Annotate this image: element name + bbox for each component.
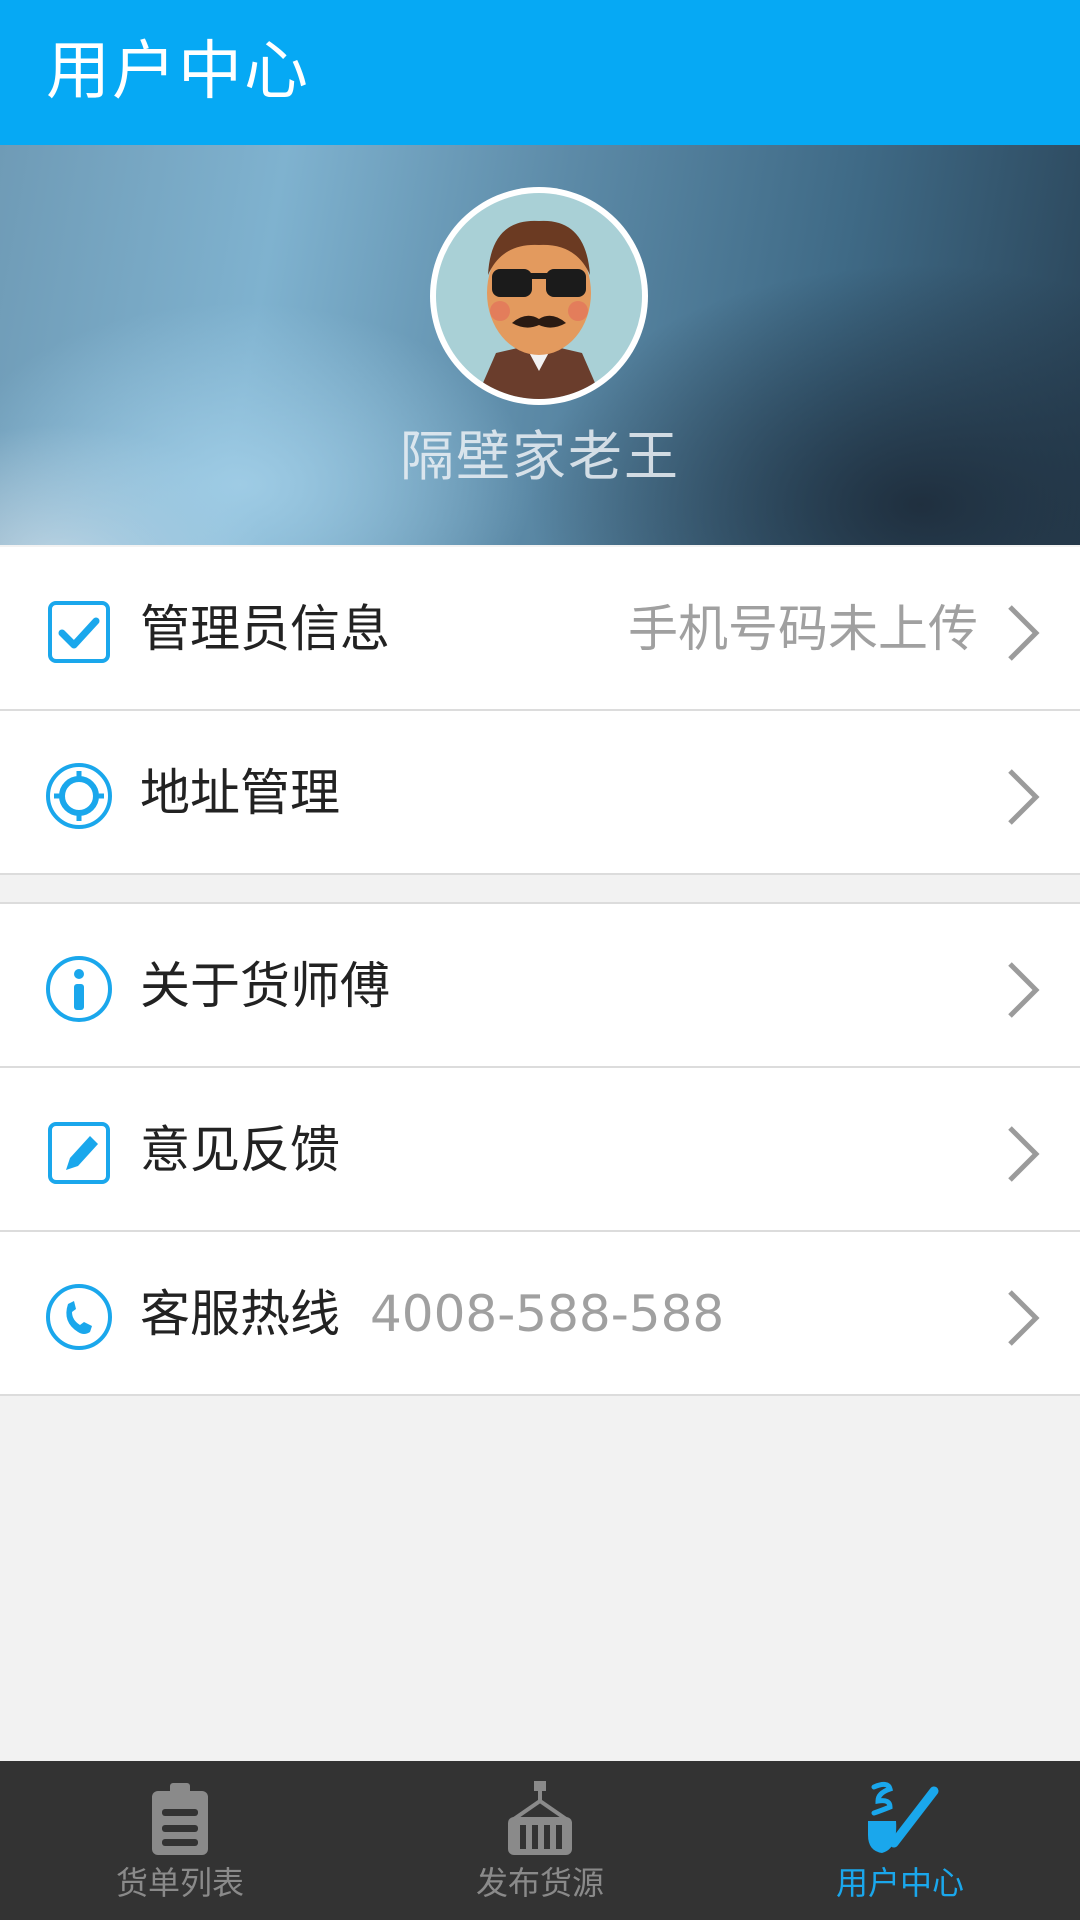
hotline-number[interactable]: 4008-588-588 (370, 1282, 724, 1346)
menu-item-label: 意见反馈 (140, 1121, 340, 1179)
menu-item-label: 关于货师傅 (140, 957, 390, 1015)
profile-banner: 隔壁家老王 (0, 145, 1080, 545)
menu-group-account: 管理员信息 手机号码未上传 地址管理 (0, 547, 1080, 875)
menu-item-hotline[interactable]: 客服热线 4008-588-588 (0, 1232, 1080, 1396)
chevron-right-icon (1006, 1124, 1040, 1184)
menu-item-label: 管理员信息 (140, 600, 390, 658)
app-header: 用户中心 (0, 0, 1080, 145)
tab-order-list[interactable]: 货单列表 (0, 1761, 360, 1920)
page-title: 用户中心 (46, 35, 310, 109)
menu-item-address[interactable]: 地址管理 (0, 711, 1080, 875)
tab-label: 用户中心 (835, 1864, 964, 1902)
bottom-tab-bar: 货单列表 发布货源 用户中心 (0, 1761, 1080, 1920)
chevron-right-icon (1006, 1288, 1040, 1348)
chevron-right-icon (1006, 767, 1040, 827)
cargo-crane-icon (500, 1779, 580, 1859)
chevron-right-icon (1006, 960, 1040, 1020)
avatar-illustration (436, 193, 642, 399)
tab-label: 货单列表 (115, 1864, 244, 1902)
clipboard-icon (140, 1779, 220, 1859)
chevron-right-icon (1006, 603, 1040, 663)
phone-status-value: 手机号码未上传 (628, 600, 978, 658)
pipe-icon (860, 1779, 940, 1859)
menu-item-label: 地址管理 (140, 764, 340, 822)
tab-publish-cargo[interactable]: 发布货源 (360, 1761, 720, 1920)
menu-group-support: 关于货师傅 意见反馈 客服热线 4008-588-588 (0, 902, 1080, 1396)
menu-item-label: 客服热线 (140, 1285, 340, 1343)
tab-user-center[interactable]: 用户中心 (720, 1761, 1080, 1920)
edit-pen-icon (44, 1118, 114, 1188)
phone-icon (44, 1282, 114, 1352)
tab-label: 发布货源 (475, 1864, 604, 1902)
info-icon (44, 954, 114, 1024)
username: 隔壁家老王 (400, 425, 680, 488)
menu-item-about[interactable]: 关于货师傅 (0, 904, 1080, 1068)
avatar[interactable] (430, 187, 648, 405)
location-target-icon (44, 761, 114, 831)
menu-item-feedback[interactable]: 意见反馈 (0, 1068, 1080, 1232)
checkbox-icon (44, 597, 114, 667)
menu-item-admin-info[interactable]: 管理员信息 手机号码未上传 (0, 547, 1080, 711)
